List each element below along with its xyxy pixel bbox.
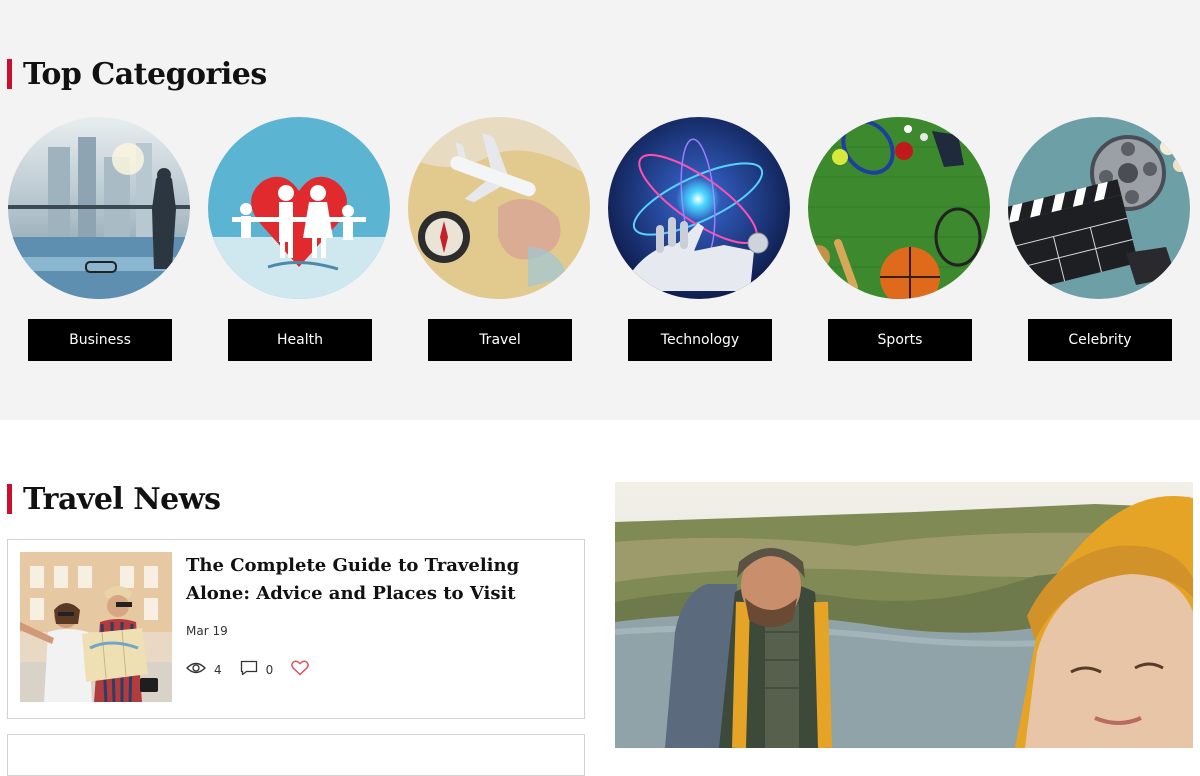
article-title[interactable]: The Complete Guide to Traveling Alone: A…	[186, 552, 576, 608]
comment-icon[interactable]	[240, 660, 266, 679]
article-card[interactable]	[7, 734, 585, 776]
like-button[interactable]	[291, 660, 317, 679]
category-label[interactable]: Technology	[628, 319, 772, 361]
article-stats: 4 0	[186, 660, 335, 679]
section-title: Travel News	[23, 481, 221, 517]
category-label[interactable]: Travel	[428, 319, 572, 361]
technology-image[interactable]	[608, 117, 790, 299]
views-stat: 4	[186, 661, 222, 678]
category-business[interactable]: Business	[8, 117, 192, 363]
accent-bar	[7, 59, 12, 89]
health-image[interactable]	[208, 117, 390, 299]
travel-news-heading: Travel News	[7, 481, 221, 517]
category-health[interactable]: Health	[208, 117, 392, 363]
category-label[interactable]: Sports	[828, 319, 972, 361]
category-label[interactable]: Business	[28, 319, 172, 361]
section-title: Top Categories	[23, 56, 267, 92]
comments-stat[interactable]: 0	[240, 660, 274, 679]
top-categories-heading: Top Categories	[7, 56, 267, 92]
heart-icon[interactable]	[291, 660, 317, 679]
travel-image[interactable]	[408, 117, 590, 299]
business-image[interactable]	[8, 117, 190, 299]
comments-count: 0	[265, 662, 274, 677]
views-count: 4	[214, 662, 222, 677]
article-date: Mar 19	[186, 624, 228, 638]
category-label[interactable]: Health	[228, 319, 372, 361]
accent-bar	[7, 484, 12, 514]
article-thumbnail[interactable]	[20, 552, 172, 702]
category-label[interactable]: Celebrity	[1028, 319, 1172, 361]
sports-image[interactable]	[808, 117, 990, 299]
article-card[interactable]: The Complete Guide to Traveling Alone: A…	[7, 539, 585, 719]
category-travel[interactable]: Travel	[408, 117, 592, 363]
eye-icon	[186, 661, 214, 678]
category-celebrity[interactable]: Celebrity	[1008, 117, 1192, 363]
featured-travel-image[interactable]	[615, 482, 1193, 748]
category-sports[interactable]: Sports	[808, 117, 992, 363]
category-technology[interactable]: Technology	[608, 117, 792, 363]
celebrity-image[interactable]	[1008, 117, 1190, 299]
